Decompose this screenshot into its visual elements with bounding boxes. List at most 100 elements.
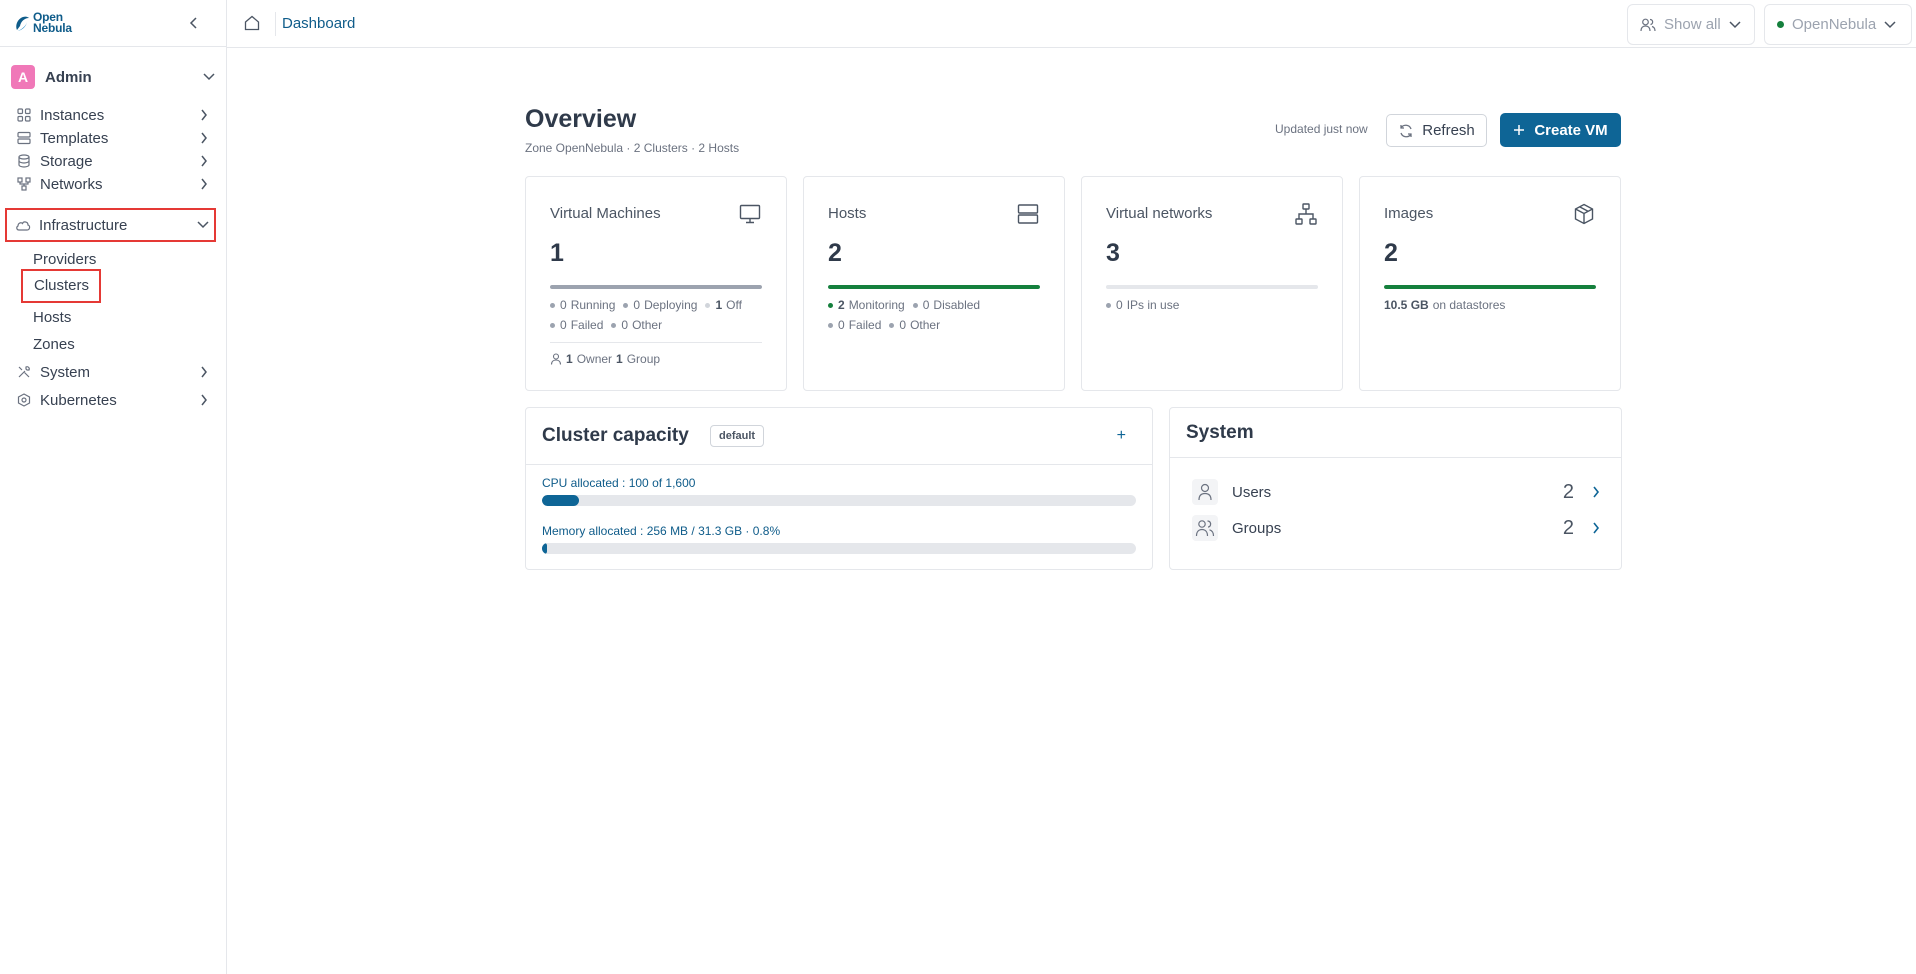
group-filter-select[interactable]: Show all bbox=[1627, 4, 1755, 45]
cpu-allocated-fill bbox=[542, 495, 580, 506]
vms-state-line-2: 0 Failed 0 Other bbox=[550, 318, 662, 332]
cpu-allocated-bar bbox=[542, 495, 1136, 506]
page-title: Overview bbox=[525, 105, 637, 133]
zone-value: OpenNebula bbox=[1792, 16, 1877, 33]
chevron-down-icon bbox=[1729, 20, 1741, 28]
chevron-left-icon bbox=[189, 17, 197, 29]
card-divider bbox=[550, 342, 762, 343]
hosts-progress-fill bbox=[828, 285, 1040, 289]
database-icon bbox=[16, 153, 32, 169]
hosts-state-line-1: 2 Monitoring 0 Disabled bbox=[828, 298, 980, 312]
sidebar-item-label: Infrastructure bbox=[39, 216, 128, 234]
opennebula-logo[interactable]: Open Nebula bbox=[14, 11, 72, 34]
cpu-allocated-label: CPU allocated : 100 of 1,600 bbox=[542, 476, 696, 490]
images-size-suffix: on datastores bbox=[1432, 298, 1506, 312]
collapse-sidebar-button[interactable] bbox=[186, 15, 202, 31]
images-progress bbox=[1384, 285, 1596, 289]
vms-count: 1 bbox=[550, 239, 564, 267]
vnets-ips-count: 0 bbox=[1116, 298, 1123, 312]
vms-card[interactable]: Virtual Machines 1 0 Running 0 Deploying 1… bbox=[525, 176, 787, 391]
vms-group-count: 1 bbox=[616, 352, 623, 366]
cloud-icon bbox=[15, 217, 31, 233]
hosts-other-label: Other bbox=[910, 318, 941, 332]
user-menu[interactable]: A Admin bbox=[11, 64, 215, 90]
sidebar-subitem-hosts[interactable]: Hosts bbox=[33, 306, 71, 330]
chevron-down-icon bbox=[203, 73, 215, 81]
sidebar-item-infrastructure[interactable]: Infrastructure bbox=[5, 208, 216, 242]
expand-capacity-button[interactable]: + bbox=[1117, 427, 1126, 445]
home-button[interactable] bbox=[243, 14, 261, 32]
create-vm-label: Create VM bbox=[1534, 121, 1608, 139]
hosts-monitoring-count: 2 bbox=[838, 298, 845, 312]
vms-progress bbox=[550, 285, 762, 289]
package-icon bbox=[1574, 203, 1594, 225]
images-card[interactable]: Images 2 10.5 GB on datastores bbox=[1359, 176, 1621, 391]
cluster-capacity-title: Cluster capacity bbox=[542, 425, 689, 446]
sidebar-item-label: Storage bbox=[40, 152, 93, 170]
vms-deploying-count: 0 bbox=[633, 298, 641, 312]
memory-allocated-bar bbox=[542, 543, 1136, 554]
status-dot bbox=[550, 302, 555, 308]
status-dot bbox=[623, 302, 629, 308]
hosts-other-count: 0 bbox=[899, 318, 907, 332]
hosts-card[interactable]: Hosts 2 2 Monitoring 0 Disabled 0 Failed 0O… bbox=[803, 176, 1065, 391]
sidebar-item-kubernetes[interactable]: Kubernetes bbox=[8, 387, 215, 413]
hosts-count: 2 bbox=[828, 239, 842, 267]
images-progress-fill bbox=[1384, 285, 1596, 289]
sidebar-subitem-zones[interactable]: Zones bbox=[33, 333, 75, 357]
vnets-ips-label: IPs in use bbox=[1126, 298, 1180, 312]
system-row-count: 2 bbox=[1562, 480, 1574, 503]
vms-off-label: Off bbox=[726, 298, 742, 312]
network-icon bbox=[16, 176, 32, 192]
zone-select[interactable]: OpenNebula bbox=[1764, 4, 1912, 45]
vms-ownership-line: 1 Owner 1 Group bbox=[550, 352, 660, 366]
vms-owner-count: 1 bbox=[566, 352, 573, 366]
users-icon bbox=[1192, 515, 1218, 541]
system-card: System Users 2 Groups 2 bbox=[1169, 407, 1622, 570]
sidebar-item-label: System bbox=[40, 363, 91, 381]
status-dot bbox=[889, 322, 895, 328]
kubernetes-icon bbox=[16, 392, 32, 408]
sidebar-item-label: Templates bbox=[40, 129, 109, 147]
refresh-icon bbox=[1400, 124, 1412, 137]
sidebar-item-label: Instances bbox=[40, 106, 105, 124]
hosts-state-line-2: 0 Failed 0 Other bbox=[828, 318, 940, 332]
vms-progress-fill bbox=[550, 285, 762, 289]
group-filter-value: Show all bbox=[1664, 16, 1721, 33]
system-row-count: 2 bbox=[1562, 516, 1574, 539]
breadcrumb[interactable]: Dashboard bbox=[282, 15, 355, 32]
sidebar-item-label: Kubernetes bbox=[40, 391, 117, 409]
create-vm-button[interactable]: Create VM bbox=[1500, 113, 1621, 147]
zone-status-dot bbox=[1777, 21, 1784, 28]
users-icon bbox=[1640, 18, 1656, 31]
vms-failed-label: Failed bbox=[570, 318, 604, 332]
system-row-groups[interactable]: Groups 2 bbox=[1192, 512, 1602, 544]
chevron-down-icon bbox=[1884, 20, 1896, 28]
sidebar-item-networks[interactable]: Networks bbox=[8, 171, 215, 197]
system-row-users[interactable]: Users 2 bbox=[1192, 476, 1602, 508]
vnets-card-title: Virtual networks bbox=[1106, 205, 1213, 222]
chevron-right-icon bbox=[197, 365, 211, 379]
vms-other-count: 0 bbox=[621, 318, 629, 332]
hosts-failed-count: 0 bbox=[838, 318, 845, 332]
sidebar-subitem-clusters[interactable]: Clusters bbox=[21, 269, 102, 303]
refresh-button[interactable]: Refresh bbox=[1386, 114, 1487, 147]
status-dot bbox=[912, 302, 918, 308]
server-icon bbox=[1017, 204, 1039, 224]
memory-allocated-fill bbox=[542, 543, 547, 554]
user-icon bbox=[1192, 479, 1218, 505]
cluster-badge[interactable]: default bbox=[710, 425, 765, 447]
vms-other-label: Other bbox=[632, 318, 663, 332]
user-icon bbox=[550, 353, 562, 365]
vnets-card[interactable]: Virtual networks 3 0 IPs in use bbox=[1081, 176, 1343, 391]
refresh-label: Refresh bbox=[1422, 122, 1475, 139]
images-card-title: Images bbox=[1384, 205, 1434, 222]
sidebar-item-system[interactable]: System bbox=[8, 359, 215, 385]
chevron-right-icon bbox=[197, 154, 211, 168]
hosts-monitoring-label: Monitoring bbox=[848, 298, 905, 312]
chevron-right-icon bbox=[197, 393, 211, 407]
vms-failed-count: 0 bbox=[560, 318, 567, 332]
hosts-disabled-count: 0 bbox=[922, 298, 930, 312]
chevron-down-icon bbox=[196, 218, 210, 232]
system-card-header: System bbox=[1170, 408, 1621, 458]
